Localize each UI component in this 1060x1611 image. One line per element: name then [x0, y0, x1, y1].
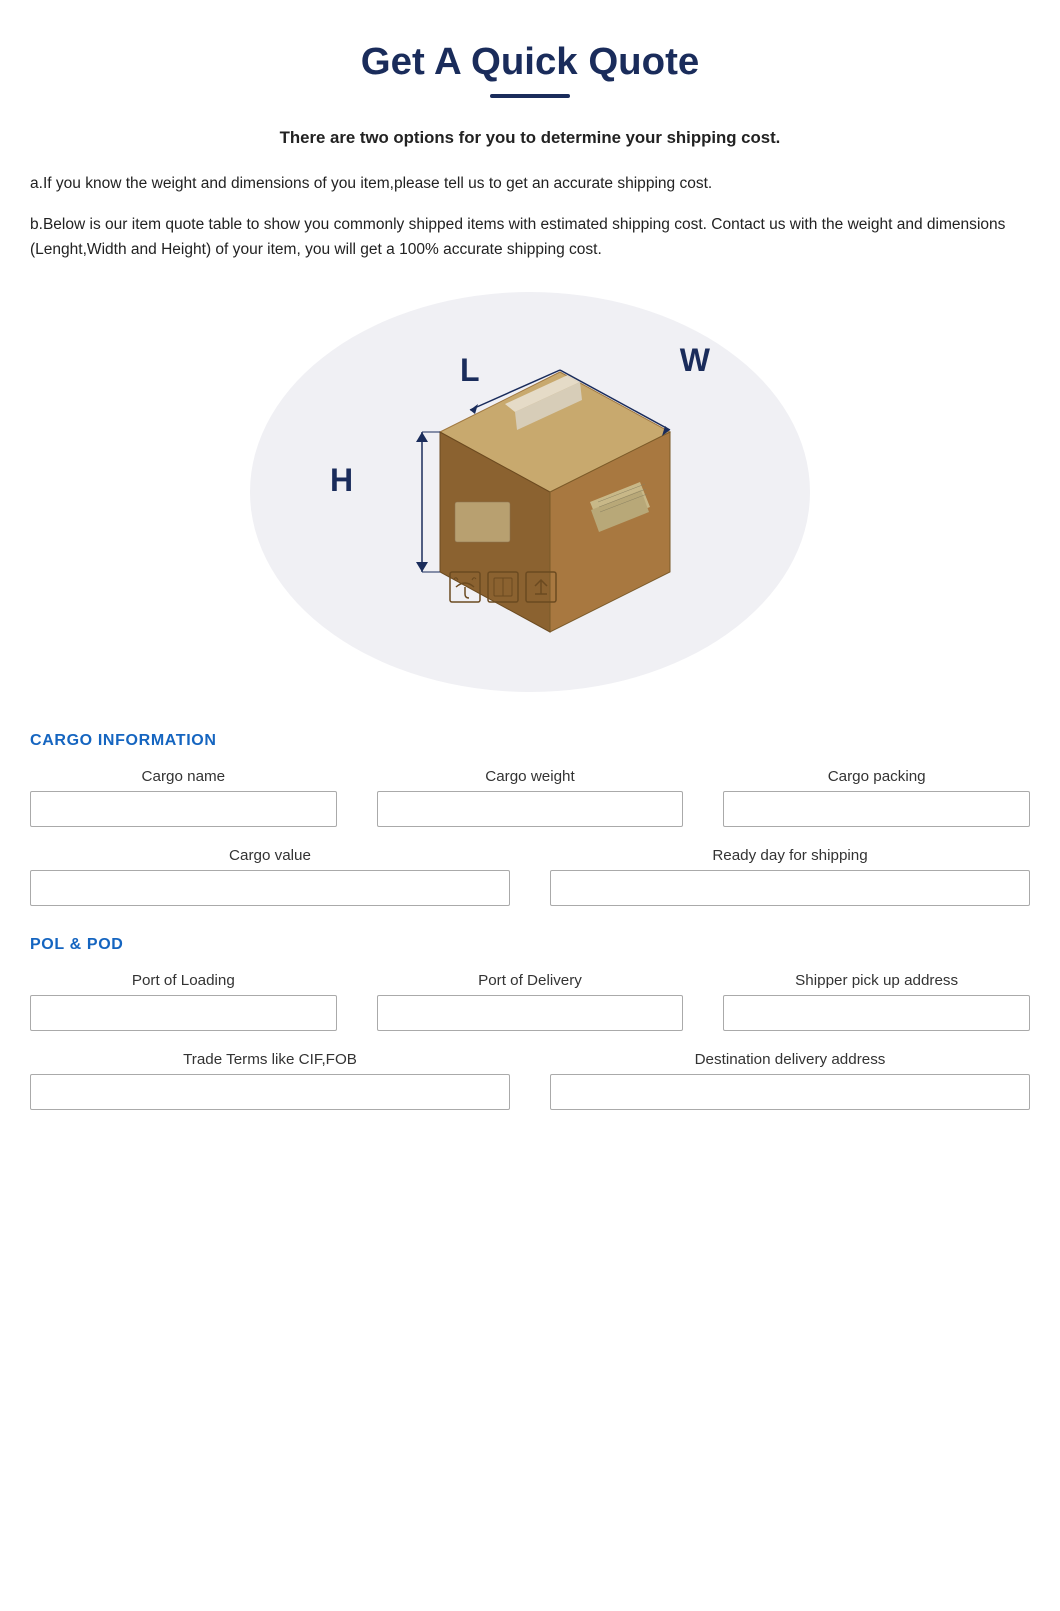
box-svg-wrapper: L W H — [320, 322, 740, 662]
trade-terms-field: Trade Terms like CIF,FOB — [30, 1051, 510, 1110]
cargo-value-label: Cargo value — [30, 847, 510, 864]
cargo-section-header: CARGO INFORMATION — [30, 732, 1030, 750]
ready-day-input[interactable] — [550, 870, 1030, 906]
port-delivery-input[interactable] — [377, 995, 684, 1031]
port-delivery-label: Port of Delivery — [377, 972, 684, 989]
trade-terms-input[interactable] — [30, 1074, 510, 1110]
cargo-weight-field: Cargo weight — [377, 768, 684, 827]
subtitle: There are two options for you to determi… — [30, 128, 1030, 148]
cargo-name-input[interactable] — [30, 791, 337, 827]
shipper-pickup-label: Shipper pick up address — [723, 972, 1030, 989]
cargo-value-input[interactable] — [30, 870, 510, 906]
cargo-row-1: Cargo name Cargo weight Cargo packing — [30, 768, 1030, 827]
port-loading-label: Port of Loading — [30, 972, 337, 989]
cargo-weight-label: Cargo weight — [377, 768, 684, 785]
box-ellipse: L W H — [250, 292, 810, 692]
cargo-row-2: Cargo value Ready day for shipping — [30, 847, 1030, 906]
cargo-name-label: Cargo name — [30, 768, 337, 785]
pol-row-2: Trade Terms like CIF,FOB Destination del… — [30, 1051, 1030, 1110]
destination-delivery-label: Destination delivery address — [550, 1051, 1030, 1068]
port-loading-field: Port of Loading — [30, 972, 337, 1031]
port-loading-input[interactable] — [30, 995, 337, 1031]
cargo-weight-input[interactable] — [377, 791, 684, 827]
ready-day-field: Ready day for shipping — [550, 847, 1030, 906]
pol-row-1: Port of Loading Port of Delivery Shipper… — [30, 972, 1030, 1031]
title-underline — [490, 94, 570, 98]
cargo-name-field: Cargo name — [30, 768, 337, 827]
shipper-pickup-field: Shipper pick up address — [723, 972, 1030, 1031]
description-a: a.If you know the weight and dimensions … — [30, 172, 1030, 197]
cargo-packing-label: Cargo packing — [723, 768, 1030, 785]
box-illustration-container: L W H — [30, 292, 1030, 692]
description-b: b.Below is our item quote table to show … — [30, 213, 1030, 263]
trade-terms-label: Trade Terms like CIF,FOB — [30, 1051, 510, 1068]
shipper-pickup-input[interactable] — [723, 995, 1030, 1031]
box-svg — [350, 352, 730, 652]
destination-delivery-field: Destination delivery address — [550, 1051, 1030, 1110]
page-title: Get A Quick Quote — [30, 40, 1030, 84]
destination-delivery-input[interactable] — [550, 1074, 1030, 1110]
pol-section-header: POL & POD — [30, 936, 1030, 954]
cargo-packing-input[interactable] — [723, 791, 1030, 827]
ready-day-label: Ready day for shipping — [550, 847, 1030, 864]
cargo-packing-field: Cargo packing — [723, 768, 1030, 827]
cargo-value-field: Cargo value — [30, 847, 510, 906]
port-delivery-field: Port of Delivery — [377, 972, 684, 1031]
